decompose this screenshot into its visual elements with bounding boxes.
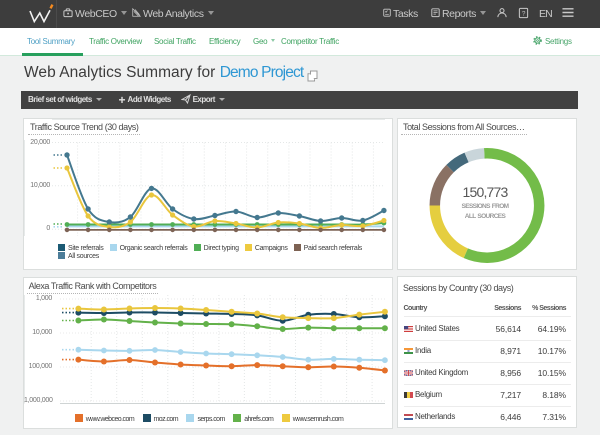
svg-text:?: ? [522,10,526,17]
